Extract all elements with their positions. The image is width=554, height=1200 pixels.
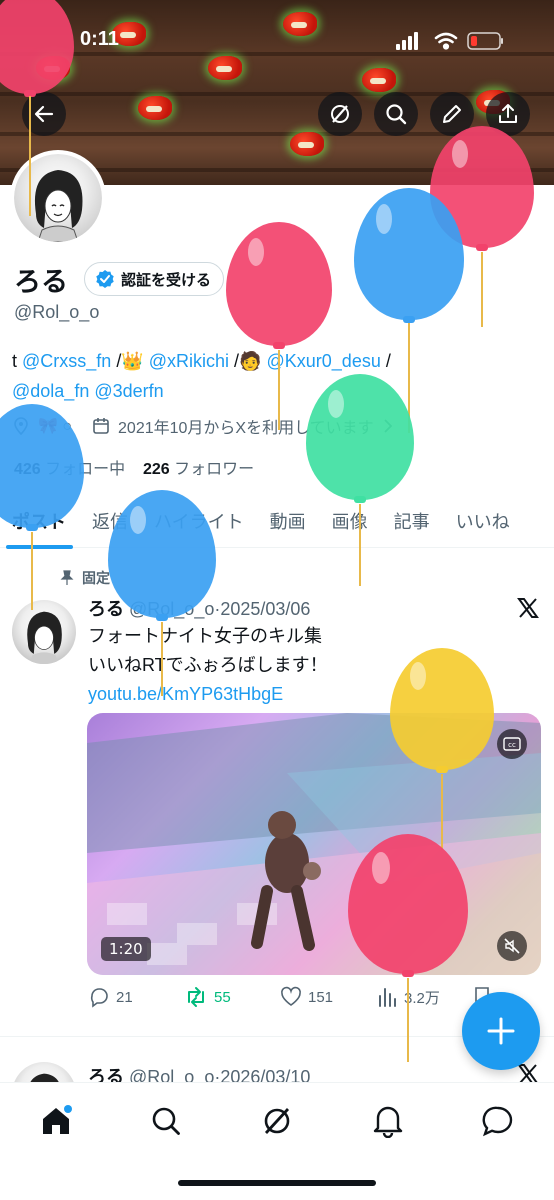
reply-button[interactable]: 21: [88, 986, 184, 1008]
banner-fish: [290, 132, 324, 156]
status-icons: [396, 30, 506, 52]
get-verified-button[interactable]: 認証を受ける: [84, 262, 225, 296]
search-icon: [386, 104, 407, 125]
nav-search[interactable]: [146, 1101, 186, 1141]
balloon-yellow: [390, 648, 496, 853]
bio-text: t: [12, 351, 23, 371]
pinned-label: 固定: [82, 571, 110, 587]
repost-icon: [188, 987, 204, 1007]
compose-button[interactable]: [462, 992, 540, 1070]
heart-icon: [281, 986, 301, 1006]
grok-icon: [331, 105, 349, 123]
signal-icon: [396, 32, 418, 50]
grok-button[interactable]: [318, 92, 362, 136]
status-time: 0:11: [80, 28, 119, 50]
profile-handle: @Rol_o_o: [14, 302, 100, 322]
chat-bubble-icon: [482, 1106, 513, 1137]
repost-count: 55: [214, 988, 231, 1006]
verify-label: 認証を受ける: [121, 270, 212, 289]
balloon-green: [306, 374, 416, 589]
nav-grok[interactable]: [257, 1101, 297, 1141]
tab-likes[interactable]: いいね: [443, 498, 523, 547]
balloon-red: [348, 834, 470, 1066]
captions-button[interactable]: cc: [497, 729, 527, 759]
video-duration: 1:20: [101, 937, 151, 961]
bio-mention[interactable]: @Crxss_fn: [22, 351, 111, 371]
search-button[interactable]: [374, 92, 418, 136]
search-icon: [152, 1107, 180, 1135]
bell-icon: [373, 1106, 403, 1138]
reply-icon: [90, 988, 108, 1008]
mute-button[interactable]: [497, 931, 527, 961]
reply-count: 21: [116, 988, 133, 1006]
bio-separator: /: [111, 351, 122, 371]
repost-button[interactable]: 55: [184, 986, 280, 1008]
verified-badge-icon: [96, 270, 114, 288]
followers-label: フォロワー: [174, 461, 255, 478]
wifi-icon: [434, 32, 458, 50]
battery-icon: [467, 32, 503, 50]
captions-icon: cc: [503, 737, 521, 751]
x-logo-icon: [516, 596, 540, 624]
svg-text:cc: cc: [508, 741, 516, 749]
banner-fish: [283, 12, 317, 36]
nav-messages[interactable]: [478, 1101, 518, 1141]
home-icon: [43, 1105, 72, 1134]
banner-fish: [138, 96, 172, 120]
grok-icon: [264, 1108, 290, 1134]
bio-mention[interactable]: @dola_fn: [12, 381, 89, 401]
balloon-blue: [108, 490, 218, 700]
nav-notifications[interactable]: [368, 1101, 408, 1141]
pencil-icon: [443, 105, 461, 123]
calendar-icon: [93, 418, 109, 434]
share-icon: [499, 104, 517, 123]
profile-name: ろる: [14, 267, 68, 297]
plus-icon: [487, 1017, 515, 1045]
followers-link[interactable]: 226 フォロワー: [143, 461, 254, 478]
crown-emoji: 👑: [121, 351, 144, 371]
balloon-red: [0, 0, 74, 250]
bio-mention[interactable]: @3derfn: [94, 381, 163, 401]
home-indicator: [178, 1180, 376, 1186]
like-count: 151: [308, 988, 334, 1006]
balloon-blue: [0, 404, 86, 614]
banner-fish: [208, 56, 242, 80]
nav-home[interactable]: [36, 1101, 76, 1141]
banner-fish: [362, 68, 396, 92]
bio-mention[interactable]: @xRikichi: [149, 351, 229, 371]
post-date[interactable]: 2025/03/06: [220, 599, 310, 619]
muted-speaker-icon: [504, 938, 520, 954]
followers-count: 226: [142, 461, 170, 478]
